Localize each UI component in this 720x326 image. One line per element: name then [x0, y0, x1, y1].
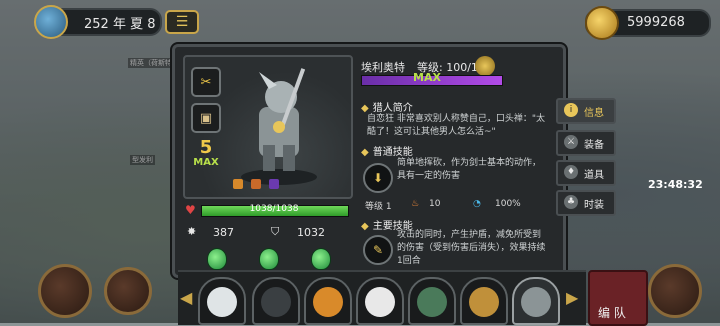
arrow-right-icon[interactable]: ▶	[566, 288, 578, 308]
info-icon: i	[564, 103, 578, 117]
heart-icon: ♥	[185, 203, 196, 217]
skill-cost: 10	[429, 199, 441, 209]
trait-tag-icon[interactable]	[251, 179, 261, 189]
hero-portrait-5	[417, 287, 447, 317]
armor-slot-icon[interactable]: ▣	[191, 103, 221, 133]
trait-tag-icon[interactable]	[269, 179, 279, 189]
normal-skill-icon[interactable]: ⬇	[363, 163, 393, 193]
event-timer: 23:48:32	[648, 178, 703, 191]
hero-name: 埃利奥特	[361, 61, 405, 74]
formation-button[interactable]: 编 队	[588, 270, 648, 326]
equip-icon: ⚔	[564, 135, 578, 149]
main-skill-desc: 攻击的同时，产生护盾，减免所受到的伤害（受到伤害后消失），效果持续1回合	[397, 230, 546, 266]
shield-icon: ⛉	[271, 225, 280, 238]
formation-label: 编 队	[598, 306, 626, 320]
weapon-slot-icon[interactable]: ✂	[191, 67, 221, 97]
skill-level: 等级 1	[365, 202, 392, 212]
tab-info[interactable]: i 信息	[556, 98, 616, 124]
hero-portrait: ✂ ▣ 5 MAX	[183, 55, 353, 199]
menu-icon: ☰	[175, 14, 189, 30]
gold-display: 5999268	[585, 6, 711, 40]
hp-row: ♥ 1038/1038	[183, 203, 349, 217]
hero-slot[interactable]	[408, 277, 456, 325]
coin-icon	[585, 6, 619, 40]
tab-equip[interactable]: ⚔ 装备	[556, 130, 616, 156]
date-display: 252 年 夏 8	[34, 5, 162, 39]
gold-amount: 5999268	[627, 15, 685, 30]
date-text: 252 年 夏 8	[84, 17, 156, 32]
trait-tags	[233, 179, 279, 189]
hero-slot[interactable]	[198, 277, 246, 325]
globe-icon[interactable]	[34, 5, 68, 39]
hero-portrait-pane: ✂ ▣ 5 MAX ♥ 1038/1038 ✸ 387 ⛉ 1032	[183, 55, 353, 270]
hero-slot[interactable]	[252, 277, 300, 325]
shirt-icon: ♣	[564, 195, 578, 209]
hero-slot[interactable]	[460, 277, 508, 325]
hero-portrait-2	[261, 287, 291, 317]
attack-icon: ✸	[187, 225, 197, 238]
trait-tag-icon[interactable]	[233, 179, 243, 189]
hero-portrait-3	[313, 287, 343, 317]
star-level-badge: 5 MAX	[191, 137, 221, 171]
intro-text: 自恋狂 非常喜欢别人称赞自己，口头禅："太酷了！这可让其他男人怎么活~"	[367, 114, 546, 137]
hero-portrait-4	[365, 287, 395, 317]
max-label: MAX	[193, 157, 219, 168]
defense-value: 1032	[297, 226, 325, 239]
hero-info-pane: 埃利奥特 等级: 100/100 MAX ◆ 猎人简介 自恋狂 非常喜欢别人称赞自…	[355, 53, 555, 269]
normal-skill-desc: 简单地挥砍，作为剑士基本的动作，具有一定的伤害	[397, 158, 542, 181]
settings-gear-button[interactable]	[104, 267, 152, 315]
character-avatar-button[interactable]	[38, 264, 92, 318]
hero-detail-panel: ✂ ▣ 5 MAX ♥ 1038/1038 ✸ 387 ⛉ 1032 埃利奥特 …	[172, 44, 566, 278]
skill-rate: 100%	[495, 199, 521, 209]
potion-icon[interactable]	[207, 248, 227, 270]
hero-portrait-6	[469, 287, 499, 317]
xp-max-label: MAX	[413, 71, 441, 84]
normal-skill-title: ◆ 普通技能	[361, 147, 413, 158]
main-skill-icon[interactable]: ✎	[363, 235, 393, 265]
rank-crest-icon	[475, 56, 495, 76]
attack-value: 387	[213, 226, 234, 239]
hero-portrait-1	[207, 287, 237, 317]
arrow-left-icon[interactable]: ◀	[180, 288, 192, 308]
potion-icon: ♦	[564, 165, 578, 179]
fire-icon: ♨	[411, 199, 420, 209]
tab-items[interactable]: ♦ 道具	[556, 160, 616, 186]
potion-icon[interactable]	[311, 248, 331, 270]
tab-fashion[interactable]: ♣ 时装	[556, 190, 616, 216]
intro-title: ◆ 猎人简介	[361, 103, 413, 114]
star-level: 5	[199, 137, 213, 158]
hp-text: 1038/1038	[249, 204, 299, 214]
attack-stat: ✸ 387	[183, 225, 261, 241]
hero-slot[interactable]	[304, 277, 352, 325]
hero-portrait-7	[521, 287, 551, 317]
defense-stat: ⛉ 1032	[267, 225, 345, 241]
swirl-icon: ◔	[473, 199, 481, 209]
hero-slot[interactable]	[356, 277, 404, 325]
potion-icon[interactable]	[259, 248, 279, 270]
hero-figure	[241, 68, 317, 185]
battle-button[interactable]	[648, 264, 702, 318]
menu-button[interactable]: ☰	[165, 10, 199, 34]
hero-slot-selected[interactable]	[512, 277, 560, 325]
